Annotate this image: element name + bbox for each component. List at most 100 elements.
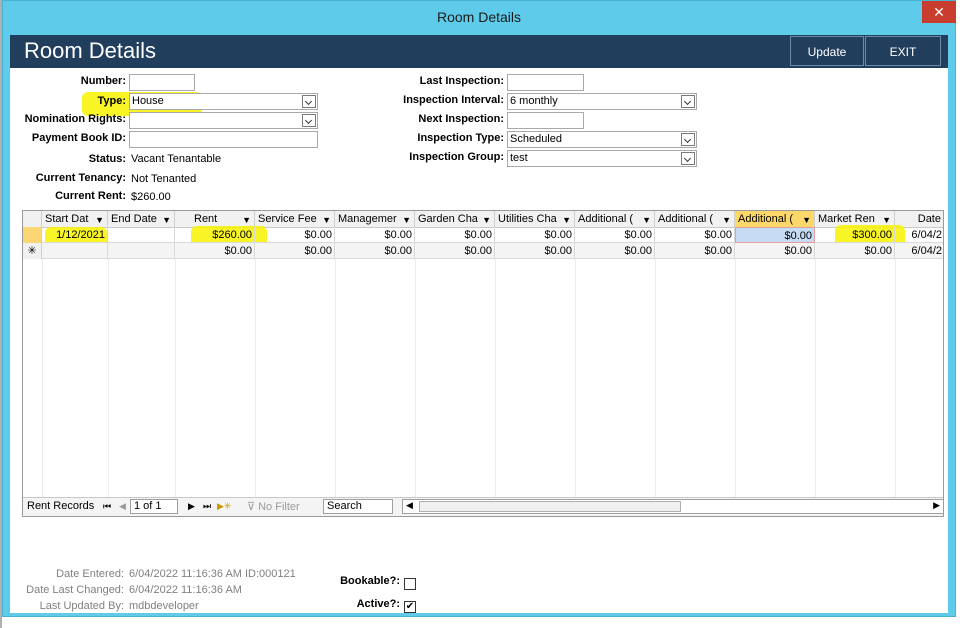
column-header[interactable]: Garden Cha ▼ bbox=[415, 211, 495, 227]
sort-arrow-icon[interactable]: ▼ bbox=[802, 212, 811, 227]
chevron-down-icon[interactable] bbox=[681, 95, 695, 108]
grid-cell[interactable] bbox=[42, 243, 108, 259]
last-updated-value: mdbdeveloper bbox=[129, 600, 199, 612]
grid-cell[interactable]: $0.00 bbox=[575, 227, 655, 243]
select-all-corner[interactable] bbox=[23, 211, 42, 227]
record-position-input[interactable]: 1 of 1 bbox=[130, 499, 178, 514]
grid-cell[interactable]: $0.00 bbox=[415, 243, 495, 259]
grid-cell[interactable]: $0.00 bbox=[255, 227, 335, 243]
bookable-label: Bookable?: bbox=[340, 575, 400, 587]
chevron-down-icon[interactable] bbox=[302, 95, 316, 108]
column-header[interactable]: Additional (▼ bbox=[655, 211, 735, 227]
grid-line bbox=[255, 259, 256, 499]
sort-arrow-icon[interactable]: ▼ bbox=[95, 212, 104, 227]
column-header[interactable]: Service Fee ▼ bbox=[255, 211, 335, 227]
active-label: Active?: bbox=[356, 598, 400, 610]
nomination-combo[interactable] bbox=[129, 112, 318, 129]
filter-icon: ⊽ bbox=[247, 501, 259, 513]
inspection-interval-combo[interactable]: 6 monthly bbox=[507, 93, 697, 110]
grid-cell[interactable]: $0.00 bbox=[815, 243, 895, 259]
column-header-active[interactable]: Additional (▼ bbox=[735, 211, 815, 227]
grid-cell[interactable]: $0.00 bbox=[335, 227, 415, 243]
new-record-selector[interactable]: ✳ bbox=[23, 243, 42, 259]
column-header[interactable]: Date bbox=[895, 211, 943, 227]
column-header[interactable]: End Date ▼ bbox=[108, 211, 175, 227]
column-header[interactable]: Start Dat ▼ bbox=[42, 211, 108, 227]
close-button[interactable]: ✕ bbox=[922, 1, 956, 23]
previous-record-icon[interactable]: ◀ bbox=[119, 501, 126, 512]
grid-cell[interactable]: 1/12/2021 bbox=[42, 227, 108, 243]
inspection-type-value: Scheduled bbox=[510, 133, 562, 145]
scroll-right-icon[interactable]: ▶ bbox=[933, 500, 940, 511]
grid-cell[interactable]: $0.00 bbox=[255, 243, 335, 259]
scroll-left-icon[interactable]: ◀ bbox=[406, 500, 413, 511]
current-tenancy-label: Current Tenancy: bbox=[35, 172, 126, 184]
grid-line bbox=[735, 259, 736, 499]
grid-line bbox=[655, 259, 656, 499]
sort-arrow-icon[interactable]: ▼ bbox=[402, 212, 411, 227]
filter-toggle[interactable]: ⊽ No Filter bbox=[247, 500, 300, 513]
next-inspection-label: Next Inspection: bbox=[418, 113, 504, 125]
column-header[interactable]: Additional (▼ bbox=[575, 211, 655, 227]
grid-cell-selected[interactable]: $0.00 bbox=[735, 227, 815, 243]
chevron-down-icon[interactable] bbox=[681, 152, 695, 165]
horizontal-scrollbar[interactable]: ◀ ▶ bbox=[402, 499, 943, 514]
grid-cell[interactable]: $0.00 bbox=[495, 227, 575, 243]
chevron-down-icon[interactable] bbox=[681, 133, 695, 146]
grid-cell[interactable]: $0.00 bbox=[335, 243, 415, 259]
update-button[interactable]: Update bbox=[790, 36, 864, 66]
current-rent-label: Current Rent: bbox=[55, 190, 126, 202]
last-record-icon[interactable]: ⏭ bbox=[203, 501, 211, 512]
grid-cell[interactable]: 6/04/2 bbox=[895, 243, 943, 259]
grid-cell[interactable] bbox=[108, 227, 175, 243]
sort-arrow-icon[interactable]: ▼ bbox=[642, 212, 651, 227]
room-details-window: Room Details ✕ Room Details Update EXIT … bbox=[2, 0, 956, 617]
date-changed-value: 6/04/2022 11:16:36 AM bbox=[129, 584, 242, 596]
first-record-icon[interactable]: ⏮ bbox=[103, 501, 111, 512]
payment-book-field[interactable] bbox=[129, 131, 318, 148]
grid-cell[interactable]: $0.00 bbox=[495, 243, 575, 259]
grid-cell[interactable]: $0.00 bbox=[175, 243, 255, 259]
column-header[interactable]: Utilities Cha ▼ bbox=[495, 211, 575, 227]
sort-arrow-icon[interactable]: ▼ bbox=[322, 212, 331, 227]
grid-cell[interactable]: $0.00 bbox=[655, 243, 735, 259]
inspection-group-combo[interactable]: test bbox=[507, 150, 697, 167]
inspection-type-label: Inspection Type: bbox=[417, 132, 504, 144]
rent-records-grid[interactable]: Start Dat ▼ End Date ▼ Rent ▼ Service Fee ▼ … bbox=[22, 210, 944, 517]
grid-line bbox=[495, 259, 496, 499]
grid-cell[interactable]: $0.00 bbox=[735, 243, 815, 259]
next-inspection-field[interactable] bbox=[507, 112, 584, 129]
sort-arrow-icon[interactable]: ▼ bbox=[562, 212, 571, 227]
sort-arrow-icon[interactable]: ▼ bbox=[162, 212, 171, 227]
sort-arrow-icon[interactable]: ▼ bbox=[242, 212, 251, 227]
grid-cell[interactable]: $0.00 bbox=[575, 243, 655, 259]
status-label: Status: bbox=[88, 153, 126, 165]
search-input[interactable]: Search bbox=[323, 499, 393, 514]
exit-button[interactable]: EXIT bbox=[865, 36, 941, 66]
row-selector-current[interactable] bbox=[23, 227, 42, 243]
grid-cell[interactable]: $0.00 bbox=[415, 227, 495, 243]
grid-cell[interactable]: $0.00 bbox=[655, 227, 735, 243]
number-field[interactable] bbox=[129, 74, 195, 91]
active-checkbox[interactable]: ✔ bbox=[404, 601, 416, 613]
last-inspection-field[interactable] bbox=[507, 74, 584, 91]
bookable-checkbox[interactable] bbox=[404, 578, 416, 590]
inspection-type-combo[interactable]: Scheduled bbox=[507, 131, 697, 148]
grid-cell[interactable]: 6/04/2 bbox=[895, 227, 943, 243]
type-combo[interactable]: House bbox=[129, 93, 318, 110]
chevron-down-icon[interactable] bbox=[302, 114, 316, 127]
scroll-thumb[interactable] bbox=[419, 501, 681, 512]
grid-cell[interactable]: $300.00 bbox=[815, 227, 895, 243]
sort-arrow-icon[interactable]: ▼ bbox=[722, 212, 731, 227]
next-record-icon[interactable]: ▶ bbox=[188, 501, 195, 512]
nav-label: Rent Records bbox=[27, 500, 95, 512]
column-header[interactable]: Managemer ▼ bbox=[335, 211, 415, 227]
grid-cell[interactable] bbox=[108, 243, 175, 259]
title-bar[interactable]: Room Details ✕ bbox=[3, 1, 956, 33]
column-header[interactable]: Rent ▼ bbox=[175, 211, 255, 227]
last-inspection-label: Last Inspection: bbox=[419, 75, 504, 87]
form-title: Room Details bbox=[24, 38, 157, 63]
new-record-icon[interactable]: ▶✳ bbox=[217, 501, 231, 512]
sort-arrow-icon[interactable]: ▼ bbox=[482, 212, 491, 227]
grid-cell[interactable]: $260.00 bbox=[175, 227, 255, 243]
